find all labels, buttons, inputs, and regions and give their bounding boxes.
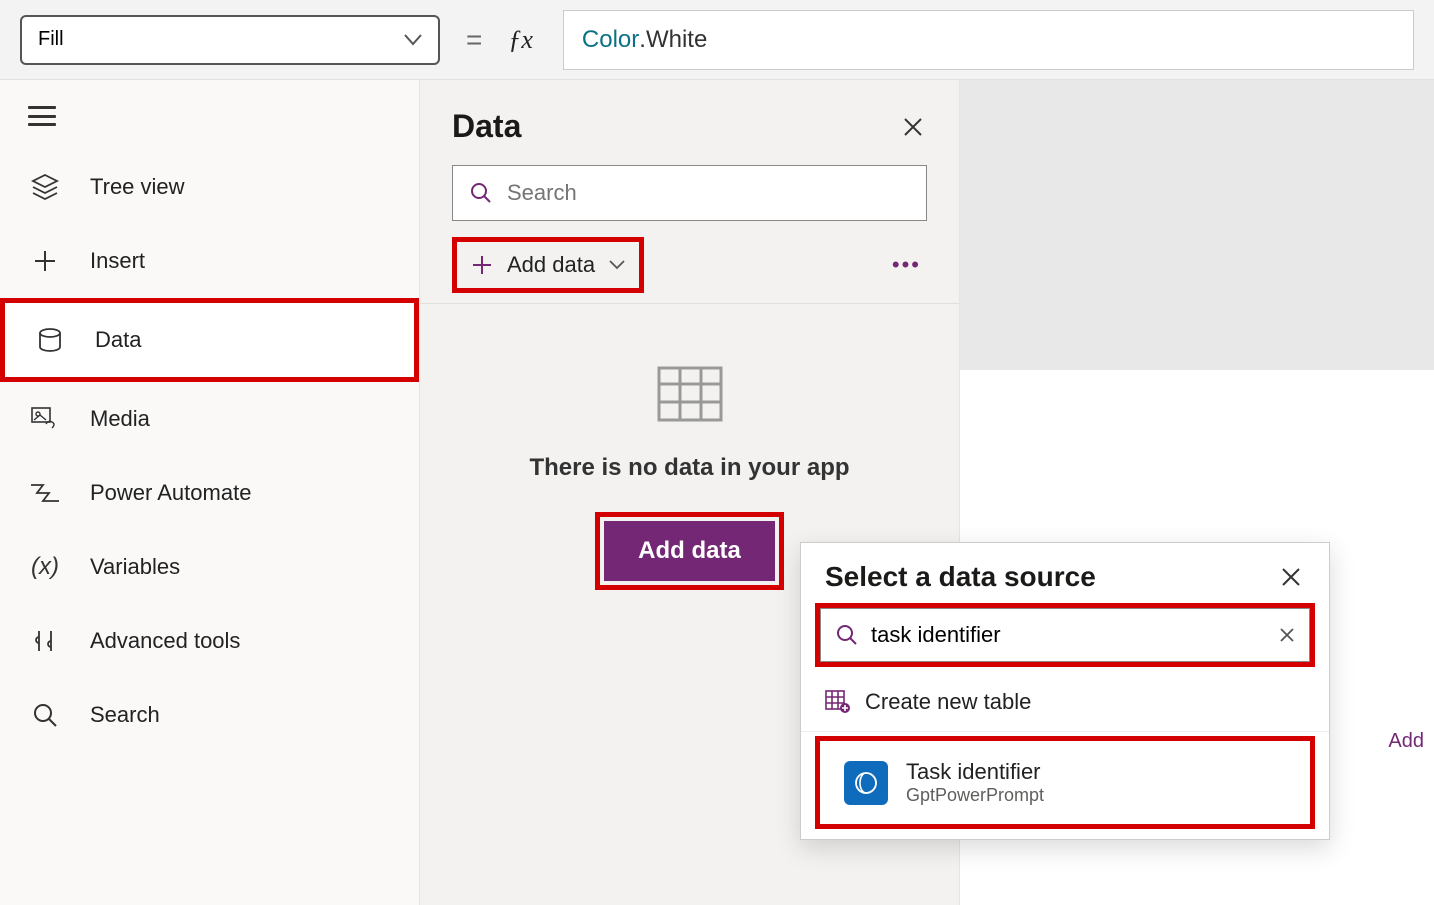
left-nav: Tree view Insert Data Media Power Automa (0, 80, 420, 905)
result-title: Task identifier (906, 759, 1044, 785)
close-icon[interactable] (899, 113, 927, 141)
data-panel-title: Data (452, 108, 521, 145)
hamburger-icon (28, 106, 56, 126)
nav-label: Variables (90, 554, 180, 580)
search-icon (835, 623, 859, 647)
tools-icon (28, 624, 62, 658)
data-source-result[interactable]: Task identifier GptPowerPrompt (820, 741, 1310, 824)
ai-model-icon (844, 761, 888, 805)
formula-token-dot: . (639, 26, 646, 54)
create-table-label: Create new table (865, 689, 1031, 715)
nav-item-tree-view[interactable]: Tree view (0, 150, 419, 224)
chevron-down-icon (404, 34, 422, 46)
nav-label: Media (90, 406, 150, 432)
add-data-dropdown[interactable]: Add data (452, 237, 644, 293)
formula-input[interactable]: Color.White (563, 10, 1414, 70)
add-data-label: Add data (507, 252, 595, 278)
database-icon (33, 323, 67, 357)
nav-label: Power Automate (90, 480, 251, 506)
flow-icon (28, 476, 62, 510)
nav-label: Insert (90, 248, 145, 274)
nav-item-advanced-tools[interactable]: Advanced tools (0, 604, 419, 678)
nav-item-power-automate[interactable]: Power Automate (0, 456, 419, 530)
data-search-input[interactable] (507, 180, 910, 206)
popup-search-input[interactable] (871, 622, 1267, 648)
empty-message: There is no data in your app (440, 454, 939, 482)
add-link[interactable]: Add (1388, 730, 1424, 753)
clear-icon[interactable] (1279, 627, 1295, 643)
nav-label: Tree view (90, 174, 185, 200)
nav-label: Advanced tools (90, 628, 240, 654)
plus-icon (28, 244, 62, 278)
search-icon (469, 181, 493, 205)
nav-item-insert[interactable]: Insert (0, 224, 419, 298)
result-subtitle: GptPowerPrompt (906, 785, 1044, 806)
chevron-down-icon (609, 260, 625, 270)
nav-item-search[interactable]: Search (0, 678, 419, 752)
equals-sign: = (466, 24, 482, 56)
table-plus-icon (825, 690, 851, 714)
search-icon (28, 698, 62, 732)
nav-label: Data (95, 327, 141, 353)
data-source-popup: Select a data source Create new table (800, 542, 1330, 840)
add-data-button[interactable]: Add data (604, 521, 775, 581)
nav-item-data[interactable]: Data (0, 298, 419, 382)
more-options-button[interactable]: ••• (886, 246, 927, 284)
data-search-box[interactable] (452, 165, 927, 221)
property-dropdown[interactable]: Fill (20, 15, 440, 65)
nav-label: Search (90, 702, 160, 728)
variable-icon: (x) (28, 550, 62, 584)
fx-icon[interactable]: ƒx (508, 25, 533, 55)
table-icon (655, 364, 725, 424)
media-icon (28, 402, 62, 436)
layers-icon (28, 170, 62, 204)
property-name: Fill (38, 28, 64, 51)
nav-item-variables[interactable]: (x) Variables (0, 530, 419, 604)
formula-bar: Fill = ƒx Color.White (0, 0, 1434, 80)
formula-token-member: White (646, 26, 707, 54)
create-new-table-button[interactable]: Create new table (801, 673, 1329, 732)
plus-icon (471, 254, 493, 276)
popup-title: Select a data source (825, 561, 1096, 593)
popup-search-box[interactable] (820, 608, 1310, 662)
formula-token-object: Color (582, 26, 639, 54)
close-icon[interactable] (1277, 563, 1305, 591)
hamburger-button[interactable] (0, 90, 419, 150)
nav-item-media[interactable]: Media (0, 382, 419, 456)
